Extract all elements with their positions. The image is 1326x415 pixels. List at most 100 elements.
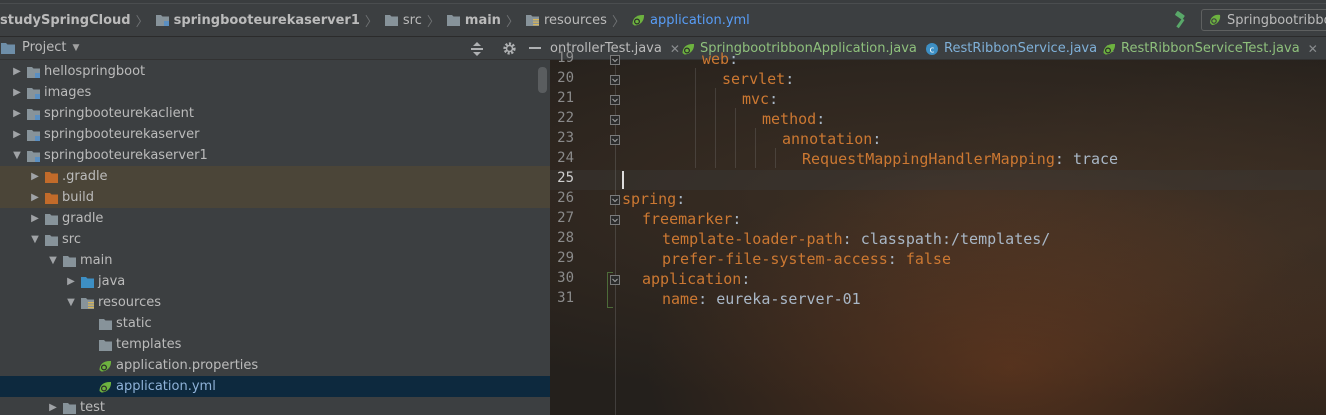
tree-item[interactable]: application.yml — [0, 376, 550, 397]
tree-item-label: application.yml — [116, 379, 216, 394]
yaml-colon: : — [816, 110, 826, 128]
breadcrumb-item[interactable]: resources — [525, 13, 607, 28]
code-line[interactable]: template-loader-path: classpath:/templat… — [662, 230, 1050, 248]
editor-tab[interactable]: cRestRibbonService.java✕ — [925, 37, 1115, 59]
editor-area[interactable]: ontrollerTest.java ✕ SpringbootribbonAppli… — [550, 37, 1326, 415]
code-line[interactable]: spring: — [622, 190, 685, 208]
tree-item[interactable]: templates — [0, 334, 550, 355]
collapsed-arrow-icon[interactable]: ▶ — [10, 129, 24, 140]
code-line[interactable]: mvc: — [742, 90, 778, 108]
collapsed-arrow-icon[interactable]: ▶ — [64, 276, 78, 287]
line-number: 19 — [557, 50, 574, 66]
collapse-all-icon[interactable] — [470, 41, 484, 57]
folder-icon — [446, 15, 460, 26]
breadcrumb-item[interactable]: application.yml — [631, 13, 750, 28]
project-view-selector[interactable]: Project ▼ — [0, 40, 79, 55]
code-line[interactable]: freemarker: — [642, 210, 741, 228]
module-icon — [27, 87, 40, 99]
yaml-colon: : — [676, 190, 686, 208]
line-number: 23 — [557, 130, 574, 146]
hide-panel-icon[interactable] — [528, 41, 542, 55]
collapsed-arrow-icon[interactable]: ▶ — [10, 66, 24, 77]
yaml-key: mvc — [742, 90, 770, 108]
breadcrumb-item[interactable]: main — [446, 13, 501, 28]
fold-marker-icon[interactable] — [609, 74, 621, 86]
tree-item[interactable]: ▶ springbooteurekaserver — [0, 124, 550, 145]
breadcrumb-item[interactable]: src — [384, 13, 422, 28]
tree-item-label: java — [98, 274, 126, 289]
tree-item[interactable]: static — [0, 313, 550, 334]
tree-item[interactable]: ▼ src — [0, 229, 550, 250]
fold-marker-icon[interactable] — [609, 114, 621, 126]
breadcrumb-item[interactable]: springbooteurekaserver1 — [155, 13, 360, 28]
module-icon — [27, 129, 40, 141]
build-hammer-icon[interactable] — [1172, 11, 1190, 29]
collapsed-arrow-icon[interactable]: ▶ — [28, 171, 42, 182]
collapsed-arrow-icon[interactable]: ▶ — [28, 213, 42, 224]
expanded-arrow-icon[interactable]: ▼ — [10, 150, 24, 161]
code-line[interactable]: servlet: — [722, 70, 794, 88]
run-configuration-label: Springbootribbon — [1227, 12, 1326, 28]
code-line[interactable]: method: — [762, 110, 825, 128]
breadcrumb-separator-icon: 〉 — [364, 14, 378, 30]
fold-marker-icon[interactable] — [609, 134, 621, 146]
code-line[interactable]: prefer-file-system-access: false — [662, 250, 951, 268]
yaml-colon: : — [785, 70, 795, 88]
breadcrumb-label: springbooteurekaserver1 — [173, 12, 360, 28]
tree-item[interactable]: ▶ build — [0, 187, 550, 208]
tree-item[interactable]: ▼ main — [0, 250, 550, 271]
close-tab-icon[interactable]: ✕ — [670, 42, 680, 56]
tree-item-label: templates — [116, 337, 182, 352]
tree-item-label: static — [116, 316, 152, 331]
yaml-colon: : — [842, 230, 861, 248]
code-line[interactable]: RequestMappingHandlerMapping: trace — [802, 150, 1118, 168]
current-line-highlight — [550, 170, 1326, 190]
editor-tab[interactable]: RestRibbonServiceTest.java ✕ — [1102, 37, 1318, 59]
yaml-key: spring — [622, 190, 677, 208]
tree-item[interactable]: ▼ springbooteurekaserver1 — [0, 145, 550, 166]
tree-item[interactable]: ▶ images — [0, 82, 550, 103]
folder-icon — [99, 318, 112, 330]
tree-item[interactable]: ▶ gradle — [0, 208, 550, 229]
navigation-bar: studySpringCloud 〉 springbooteurekaserver1… — [0, 0, 1326, 37]
expanded-arrow-icon[interactable]: ▼ — [46, 255, 60, 266]
collapsed-arrow-icon[interactable]: ▶ — [10, 87, 24, 98]
tree-item[interactable]: ▶ hellospringboot — [0, 61, 550, 82]
fold-marker-icon[interactable] — [609, 94, 621, 106]
code-line[interactable]: name: eureka-server-01 — [662, 290, 861, 308]
tree-item[interactable]: ▶ test — [0, 397, 550, 415]
run-configuration-selector[interactable]: Springbootribbon — [1201, 9, 1326, 31]
tree-item[interactable]: application.properties — [0, 355, 550, 376]
expanded-arrow-icon[interactable]: ▼ — [28, 234, 42, 245]
gear-icon[interactable] — [502, 41, 517, 56]
collapsed-arrow-icon[interactable]: ▶ — [46, 402, 60, 413]
fold-marker-icon[interactable] — [609, 274, 621, 286]
expanded-arrow-icon[interactable]: ▼ — [64, 297, 78, 308]
line-number: 20 — [557, 70, 574, 86]
breadcrumb-separator-icon: 〉 — [611, 14, 625, 30]
tree-item-label: springbooteurekaserver1 — [44, 148, 208, 163]
tree-item[interactable]: ▶ java — [0, 271, 550, 292]
yaml-colon: : — [769, 90, 779, 108]
fold-marker-icon[interactable] — [609, 214, 621, 226]
collapsed-arrow-icon[interactable]: ▶ — [10, 108, 24, 119]
tree-item[interactable]: ▶ springbooteurekaclient — [0, 103, 550, 124]
line-number: 21 — [557, 90, 574, 106]
source-folder-icon — [81, 276, 94, 288]
breadcrumb: studySpringCloud 〉 springbooteurekaserver1… — [0, 10, 750, 30]
fold-marker-icon[interactable] — [609, 194, 621, 206]
tree-item[interactable]: ▶ .gradle — [0, 166, 550, 187]
fold-marker-icon[interactable] — [609, 54, 621, 66]
code-line[interactable]: web: — [702, 50, 738, 68]
collapsed-arrow-icon[interactable]: ▶ — [28, 192, 42, 203]
close-tab-icon[interactable]: ✕ — [1308, 42, 1318, 56]
code-line[interactable]: application: — [642, 270, 750, 288]
code-line[interactable]: annotation: — [782, 130, 881, 148]
tree-item[interactable]: ▼ resources — [0, 292, 550, 313]
window-title-strip — [0, 0, 1326, 4]
yaml-colon: : — [732, 210, 742, 228]
module-icon — [27, 108, 40, 120]
yaml-colon: : — [887, 250, 906, 268]
yaml-key: prefer-file-system-access — [662, 250, 888, 268]
breadcrumb-item[interactable]: studySpringCloud — [0, 13, 131, 28]
